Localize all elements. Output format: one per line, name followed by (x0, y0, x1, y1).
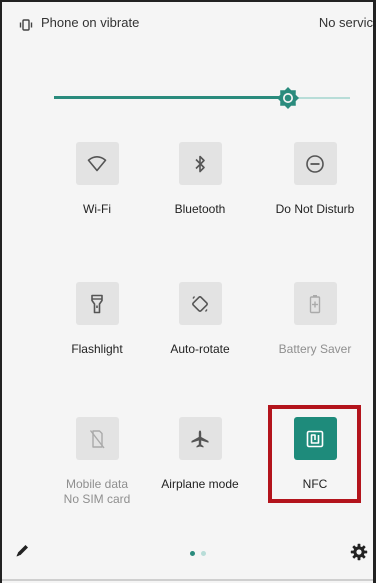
bluetooth-label: Bluetooth (174, 202, 226, 216)
bluetooth-tile[interactable]: Bluetooth (145, 142, 255, 217)
nfc-highlight-box (268, 405, 361, 503)
do-not-disturb-icon (306, 154, 324, 173)
brightness-slider[interactable] (54, 86, 350, 110)
do-not-disturb-tile-button[interactable] (293, 142, 337, 185)
airplane-mode-tile-button[interactable] (178, 417, 222, 460)
mobile-data-off-icon (89, 429, 105, 448)
settings-gear-icon[interactable] (350, 543, 368, 561)
wifi-tile[interactable]: Wi-Fi (42, 142, 152, 217)
battery-saver-icon (309, 294, 321, 313)
quick-settings-panel: Phone on vibrate No servic Wi-Fi Bluetoo… (0, 0, 376, 583)
auto-rotate-tile-button[interactable] (178, 282, 222, 325)
mobile-data-label: Mobile data (65, 477, 129, 491)
wifi-tile-button[interactable] (75, 142, 119, 185)
brightness-slider-fill (54, 96, 288, 99)
panel-bottom-divider (2, 579, 373, 581)
edit-pencil-icon[interactable] (14, 543, 30, 559)
airplane-icon (191, 430, 209, 447)
carrier-status-text: No servic (318, 15, 373, 30)
do-not-disturb-label: Do Not Disturb (275, 202, 355, 216)
battery-saver-tile[interactable]: Battery Saver (260, 282, 370, 357)
bluetooth-icon (195, 155, 205, 172)
battery-saver-label: Battery Saver (278, 342, 352, 356)
page-dot-active (190, 551, 195, 556)
mobile-data-tile[interactable]: Mobile data No SIM card (42, 417, 152, 507)
auto-rotate-icon (192, 295, 208, 312)
flashlight-icon (91, 294, 103, 313)
flashlight-tile[interactable]: Flashlight (42, 282, 152, 357)
auto-rotate-tile[interactable]: Auto-rotate (145, 282, 255, 357)
status-row: Phone on vibrate No servic (2, 2, 373, 40)
mobile-data-sublabel: No SIM card (63, 492, 131, 506)
battery-saver-tile-button[interactable] (293, 282, 337, 325)
vibrate-icon (19, 19, 33, 31)
auto-rotate-label: Auto-rotate (170, 342, 230, 356)
page-dot (201, 551, 206, 556)
flashlight-tile-button[interactable] (75, 282, 119, 325)
wifi-label: Wi-Fi (83, 202, 111, 216)
page-indicator (190, 551, 210, 557)
flashlight-label: Flashlight (71, 342, 123, 356)
wifi-icon (87, 155, 107, 171)
bluetooth-tile-button[interactable] (178, 142, 222, 185)
brightness-thumb-icon[interactable] (276, 86, 300, 110)
airplane-mode-tile[interactable]: Airplane mode (145, 417, 255, 492)
airplane-mode-label: Airplane mode (161, 477, 239, 491)
mobile-data-tile-button[interactable] (75, 417, 119, 460)
do-not-disturb-tile[interactable]: Do Not Disturb (260, 142, 370, 217)
ringer-status-text: Phone on vibrate (41, 15, 140, 30)
